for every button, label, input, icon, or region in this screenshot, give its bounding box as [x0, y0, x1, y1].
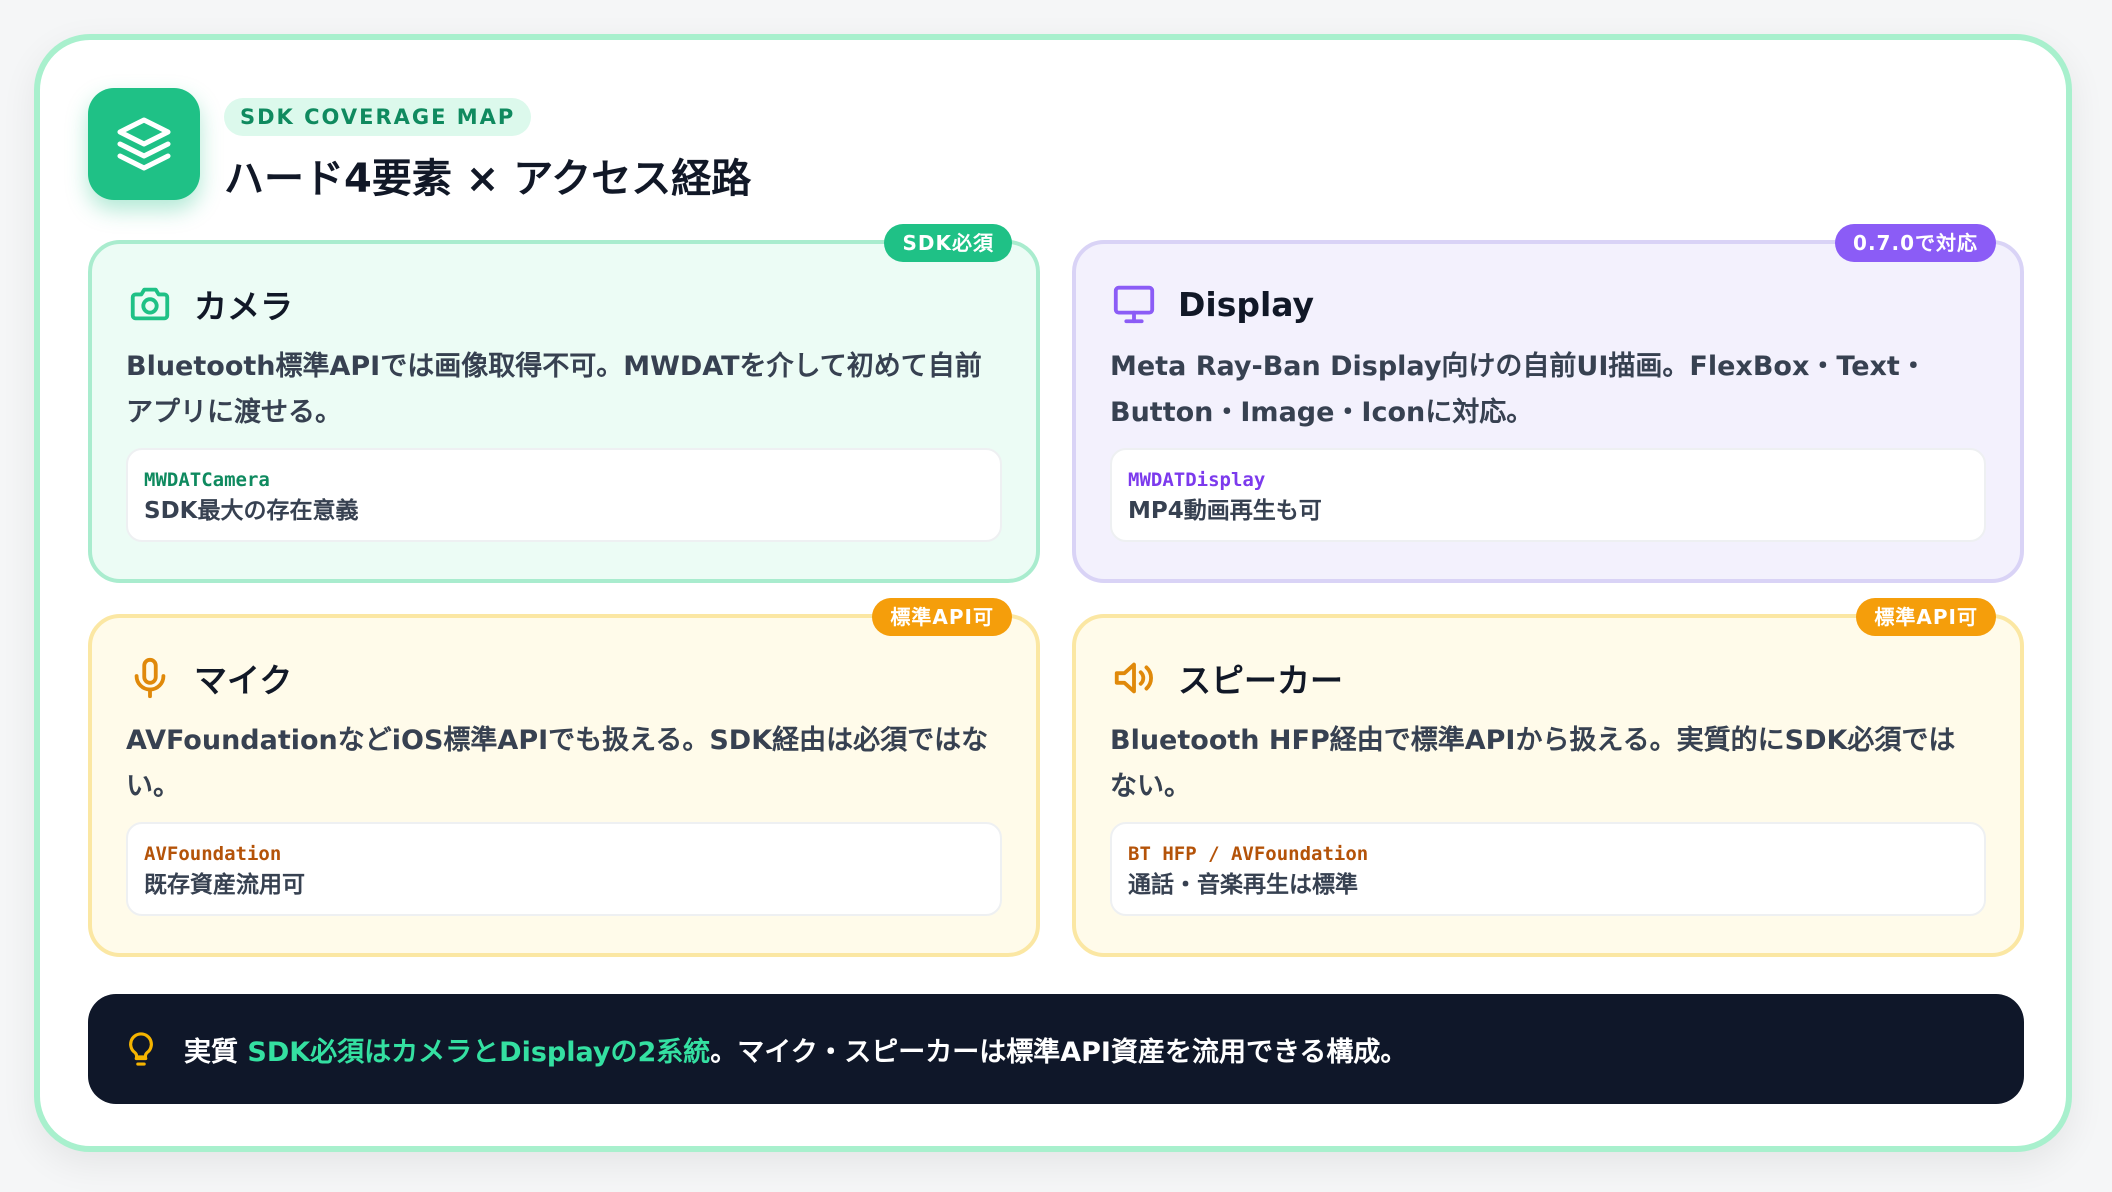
api-code-label: BT HFP / AVFoundation [1128, 843, 1369, 865]
card-microphone: 標準API可 マイク AVFoundationなどiOS標準APIでも扱える。S… [88, 598, 1040, 957]
status-badge: 標準API可 [1856, 598, 1996, 636]
summary-highlight: SDK必須はカメラとDisplayの2系統 [247, 1036, 711, 1068]
lightbulb-icon [122, 1030, 160, 1068]
api-chip: BT HFP / AVFoundation 通話・音楽再生は標準 [1110, 822, 1986, 916]
microphone-icon [126, 654, 174, 702]
api-note: 通話・音楽再生は標準 [1128, 872, 1358, 898]
api-chip: MWDATDisplay MP4動画再生も可 [1110, 448, 1986, 542]
api-code-label: MWDATDisplay [1128, 469, 1266, 491]
card-description: Meta Ray-Ban Display向けの自前UI描画。FlexBox・Te… [1110, 351, 1927, 428]
card-description: AVFoundationなどiOS標準APIでも扱える。SDK経由は必須ではない… [126, 725, 989, 802]
api-chip: MWDATCamera SDK最大の存在意義 [126, 448, 1002, 542]
card-title: カメラ [194, 287, 293, 326]
card-title: Display [1178, 284, 1315, 324]
summary-suffix: 。マイク・スピーカーは標準API資産を流用できる構成。 [710, 1036, 1408, 1068]
status-badge: 0.7.0で対応 [1835, 224, 1996, 262]
page-title: ハード4要素 × アクセス経路 [224, 156, 752, 202]
card-title: スピーカー [1178, 661, 1343, 700]
summary-prefix: 実質 [184, 1036, 248, 1068]
layers-logo-icon [88, 88, 200, 200]
card-description: Bluetooth標準APIでは画像取得不可。MWDATを介して初めて自前アプリ… [126, 351, 982, 428]
camera-icon [126, 280, 174, 328]
card-description: Bluetooth HFP経由で標準APIから扱える。実質的にSDK必須ではない… [1110, 725, 1956, 802]
card-camera: SDK必須 カメラ Bluetooth標準APIでは画像取得不可。MWDATを介… [88, 224, 1040, 583]
api-note: SDK最大の存在意義 [144, 498, 359, 524]
api-code-label: MWDATCamera [144, 469, 270, 491]
summary-text: 実質 SDK必須はカメラとDisplayの2系統。マイク・スピーカーは標準API… [184, 1030, 1407, 1069]
api-note: 既存資産流用可 [144, 872, 305, 898]
speaker-icon [1110, 654, 1158, 702]
summary-bar: 実質 SDK必須はカメラとDisplayの2系統。マイク・スピーカーは標準API… [88, 994, 2024, 1104]
api-chip: AVFoundation 既存資産流用可 [126, 822, 1002, 916]
card-display: 0.7.0で対応 Display Meta Ray-Ban Display向けの… [1072, 224, 2024, 583]
section-eyebrow: SDK COVERAGE MAP [224, 98, 532, 136]
api-code-label: AVFoundation [144, 843, 282, 865]
status-badge: SDK必須 [884, 224, 1012, 262]
card-title: マイク [194, 661, 293, 700]
monitor-icon [1110, 280, 1158, 328]
status-badge: 標準API可 [872, 598, 1012, 636]
api-note: MP4動画再生も可 [1128, 498, 1322, 524]
card-speaker: 標準API可 スピーカー Bluetooth HFP経由で標準APIから扱える。… [1072, 598, 2024, 957]
